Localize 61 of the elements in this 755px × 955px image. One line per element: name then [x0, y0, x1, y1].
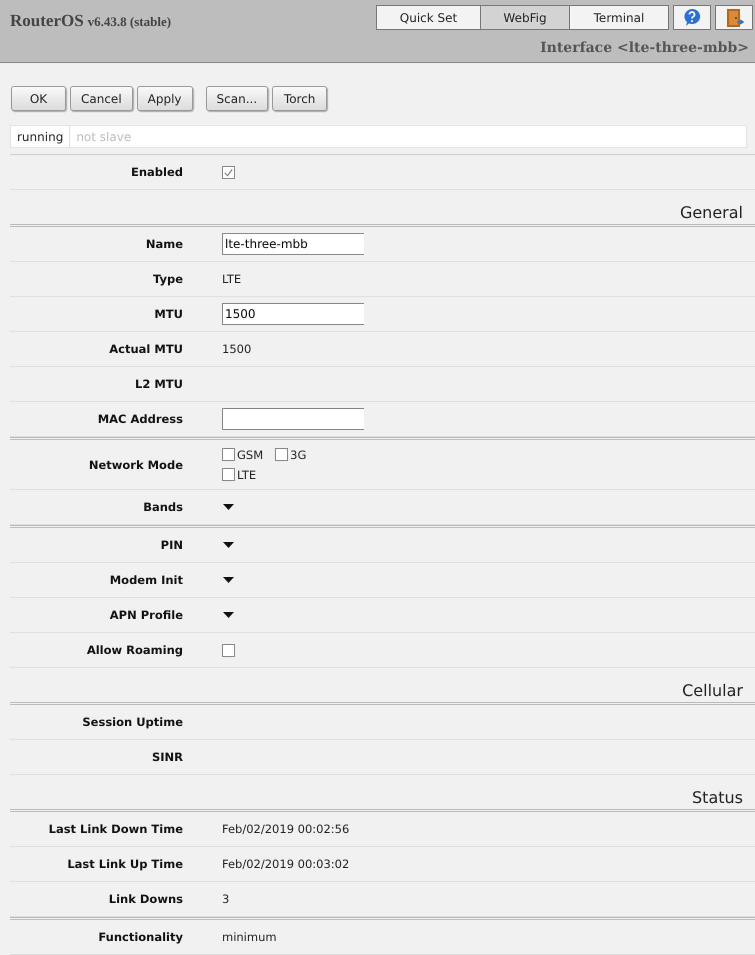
- checkbox[interactable]: [222, 468, 235, 481]
- check-icon: [223, 166, 234, 178]
- field-label: SINR: [150, 750, 183, 764]
- status-text: running: [11, 126, 70, 147]
- action-button[interactable]: Apply: [136, 86, 193, 111]
- section-heading: General: [680, 203, 744, 224]
- option-label: GSM: [237, 448, 264, 462]
- checkbox[interactable]: [222, 166, 235, 178]
- field-label: MTU: [153, 307, 183, 321]
- status-text: not slave: [75, 128, 132, 146]
- field-label: Bands: [142, 500, 183, 514]
- field-value: 3: [222, 892, 230, 906]
- field-label: Last Link Up Time: [66, 857, 183, 871]
- action-button[interactable]: Torch: [272, 86, 328, 111]
- field-value: Feb/02/2019 00:03:02: [222, 857, 350, 871]
- field-label: L2 MTU: [134, 377, 183, 391]
- field-label: Name: [144, 237, 183, 251]
- expand-arrow-icon[interactable]: [222, 541, 235, 549]
- field-label: Functionality: [97, 930, 183, 944]
- action-button[interactable]: OK: [11, 86, 66, 111]
- field-value: Feb/02/2019 00:02:56: [222, 822, 350, 836]
- expand-arrow-icon[interactable]: [222, 576, 235, 584]
- checkbox[interactable]: [275, 448, 288, 461]
- section-heading: Status: [692, 788, 744, 809]
- field-label: Session Uptime: [81, 715, 183, 729]
- expand-arrow-icon[interactable]: [222, 611, 235, 619]
- field-label: MAC Address: [96, 412, 183, 426]
- mode-tab[interactable]: Quick Set: [376, 5, 481, 30]
- field-label: Enabled: [130, 165, 183, 179]
- page-title: Interface <lte-three-mbb>: [540, 40, 750, 58]
- expand-arrow-icon[interactable]: [222, 503, 235, 511]
- input-field[interactable]: [222, 408, 364, 430]
- help-button[interactable]: [673, 5, 711, 30]
- field-value: minimum: [222, 930, 277, 944]
- field-label: APN Profile: [108, 608, 183, 622]
- input-field[interactable]: lte-three-mbb: [222, 233, 364, 255]
- action-button[interactable]: Scan...: [206, 86, 268, 111]
- product-name: RouterOS: [10, 11, 84, 30]
- field-label: PIN: [160, 538, 183, 552]
- field-value: 1500: [222, 342, 252, 356]
- logout-button[interactable]: [715, 5, 753, 30]
- field-label: Network Mode: [88, 458, 183, 472]
- option-label: 3G: [290, 448, 306, 462]
- action-button[interactable]: Cancel: [70, 86, 133, 111]
- checkbox[interactable]: [222, 644, 235, 656]
- section-heading: Cellular: [682, 681, 744, 702]
- field-value: LTE: [222, 272, 242, 286]
- field-label: Allow Roaming: [86, 643, 183, 657]
- checkbox[interactable]: [222, 448, 235, 461]
- field-label: Last Link Down Time: [48, 822, 183, 836]
- mode-tab[interactable]: Terminal: [569, 5, 669, 30]
- option-label: LTE: [237, 468, 256, 482]
- help-icon: [683, 8, 701, 27]
- field-label: Modem Init: [108, 573, 183, 587]
- mode-tab[interactable]: WebFig: [480, 5, 570, 30]
- input-field[interactable]: 1500: [222, 303, 364, 325]
- field-label: Type: [152, 272, 183, 286]
- version-label: v6.43.8 (stable): [88, 14, 172, 29]
- door-icon: [724, 8, 744, 28]
- field-label: Link Downs: [108, 892, 183, 906]
- field-label: Actual MTU: [108, 342, 183, 356]
